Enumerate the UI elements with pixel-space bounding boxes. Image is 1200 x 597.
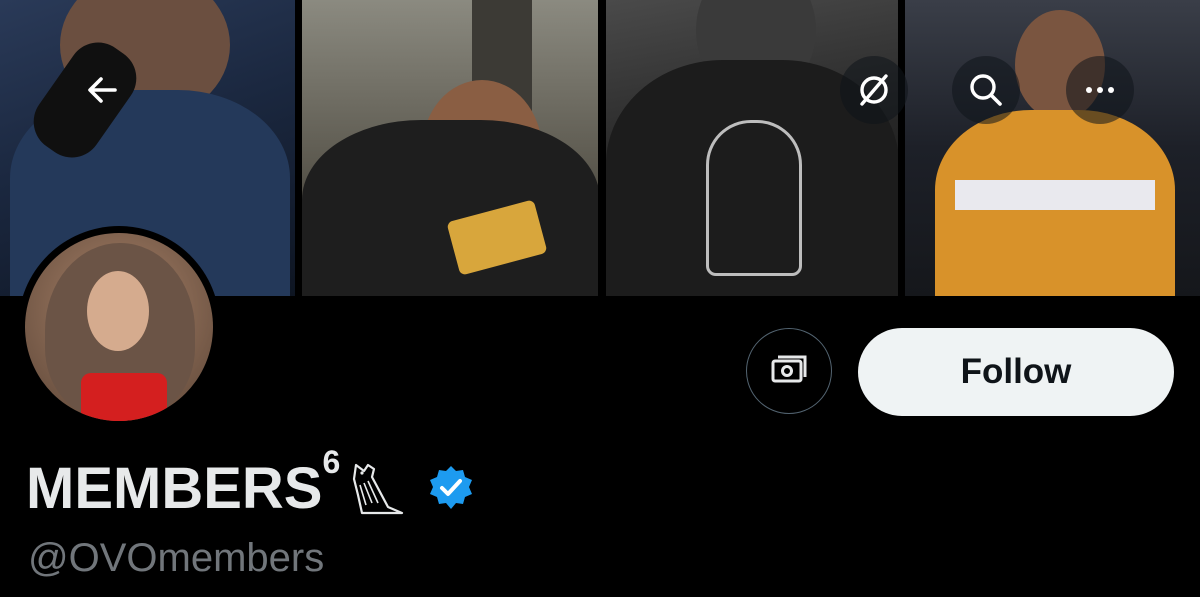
arrow-left-icon	[88, 77, 117, 103]
banner-panel-burger	[302, 0, 599, 296]
avatar[interactable]	[18, 226, 220, 428]
search-icon	[970, 74, 1002, 106]
back-button[interactable]	[68, 56, 136, 124]
owl-icon	[353, 463, 404, 515]
avatar-image	[25, 233, 213, 421]
verified-badge-icon[interactable]	[426, 463, 476, 513]
display-name-text: MEMBERS6	[26, 444, 341, 521]
banner-panel-hoodie	[606, 0, 898, 296]
follow-button[interactable]: Follow	[858, 328, 1174, 416]
grok-icon	[860, 74, 888, 106]
more-button[interactable]	[1066, 56, 1134, 124]
more-horizontal-icon	[1086, 87, 1114, 93]
display-name: MEMBERS6	[26, 444, 476, 524]
search-button[interactable]	[952, 56, 1020, 124]
grok-button[interactable]	[840, 56, 908, 124]
money-icon	[771, 355, 807, 383]
banner-panel-jersey	[904, 0, 1200, 296]
tip-button[interactable]	[746, 328, 832, 414]
user-handle: @OVOmembers	[28, 536, 325, 580]
